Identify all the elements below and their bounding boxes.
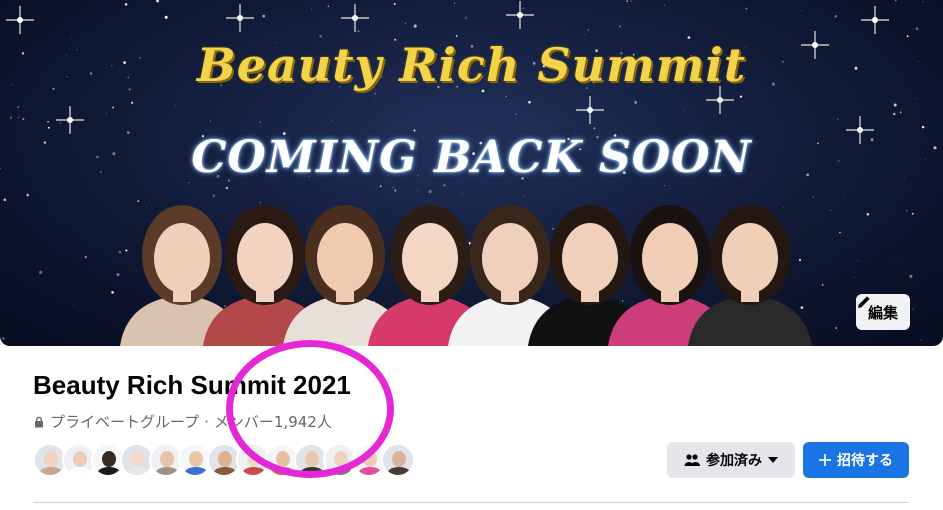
avatar-body [242,467,266,475]
avatar-body [271,467,295,475]
lock-icon [35,416,43,427]
avatar-face [160,451,174,467]
section-divider [33,502,909,503]
group-meta: プライベートグループ · メンバー1,942人 [33,411,332,432]
joined-label: 参加済み [706,453,762,469]
avatar-face [102,451,116,467]
cover-person [688,205,812,346]
avatar-face [392,451,406,467]
avatar-body [358,467,382,475]
group-privacy[interactable]: プライベートグループ [50,411,199,432]
meta-separator: · [204,412,209,431]
member-count[interactable]: メンバー1,942人 [214,411,332,432]
avatar-body [126,467,150,475]
avatar-face [276,451,290,467]
avatar-face [73,451,87,467]
avatar-face [247,451,261,467]
group-name: Beauty Rich Summit 2021 [33,370,351,400]
avatar-body [155,467,179,475]
avatar-face [44,451,58,467]
member-avatar[interactable] [381,443,415,477]
cover-people-illustration [120,205,812,346]
avatar-face [189,451,203,467]
plus-icon [819,454,831,466]
avatar-body [68,467,92,475]
invite-label: 招待する [837,453,893,469]
avatar-face [334,451,348,467]
avatar-body [184,467,208,475]
avatar-face [305,451,319,467]
avatar-face [131,451,145,467]
avatar-body [39,467,63,475]
avatar-face [218,451,232,467]
caret-down-icon [768,457,778,463]
edit-cover-label: 編集 [867,303,898,322]
member-avatars [33,443,415,479]
cover-photo: Beauty Rich Summit COMING BACK SOON 編集 [0,0,943,346]
edit-cover-button[interactable]: 編集 [855,294,910,330]
pencil-icon [857,296,870,308]
avatar-face [363,451,377,467]
joined-button[interactable]: 参加済み [667,442,795,478]
people-icon [684,454,700,466]
avatar-body [329,467,353,475]
avatar-body [213,467,237,475]
invite-button[interactable]: 招待する [803,442,909,478]
avatar-body [300,467,324,475]
avatar-body [387,467,411,475]
avatar-body [97,467,121,475]
